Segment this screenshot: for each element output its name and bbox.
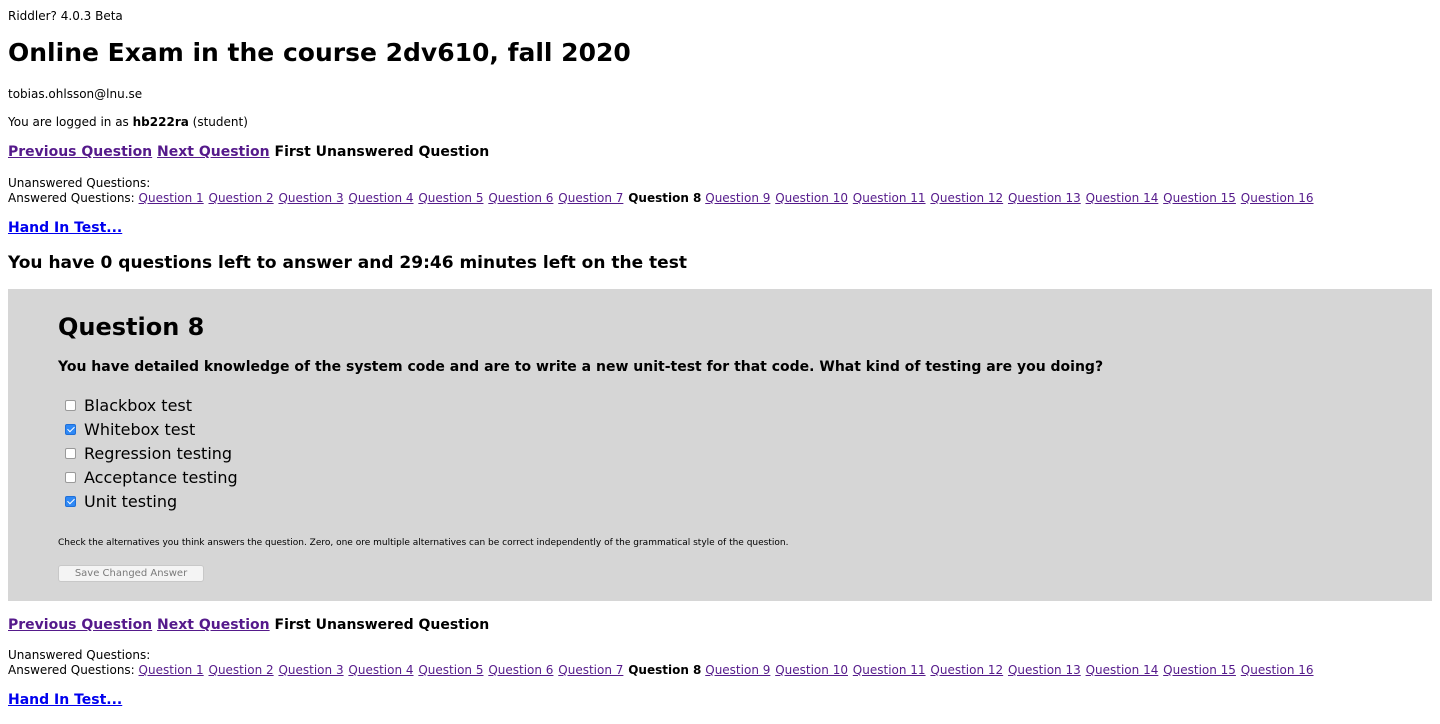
question-link[interactable]: Question 12 <box>930 191 1003 205</box>
app-version: Riddler? 4.0.3 Beta <box>8 9 123 23</box>
question-nav-top: Previous Question Next Question First Un… <box>8 144 489 160</box>
question-link[interactable]: Question 5 <box>418 663 483 677</box>
answer-option[interactable]: Acceptance testing <box>65 465 238 489</box>
question-link[interactable]: Question 4 <box>348 663 413 677</box>
answer-hint: Check the alternatives you think answers… <box>58 538 789 548</box>
question-text: You have detailed knowledge of the syste… <box>58 359 1104 375</box>
hand-in-link[interactable]: Hand In Test... <box>8 220 122 236</box>
hand-in-link[interactable]: Hand In Test... <box>8 692 122 708</box>
question-link[interactable]: Question 16 <box>1241 663 1314 677</box>
answered-links-before: Question 1 Question 2 Question 3 Questio… <box>139 663 629 677</box>
question-link[interactable]: Question 11 <box>853 191 926 205</box>
answer-option-label: Unit testing <box>84 491 178 511</box>
answer-options: Blackbox test Whitebox test Regression tes… <box>65 393 238 513</box>
next-question-link[interactable]: Next Question <box>157 144 270 160</box>
answer-option-label: Regression testing <box>84 443 233 463</box>
checkbox-unchecked[interactable] <box>65 471 76 483</box>
answer-option[interactable]: Whitebox test <box>65 417 238 441</box>
unanswered-label: Unanswered Questions: <box>8 648 151 662</box>
question-title: Question 8 <box>58 313 205 341</box>
answer-option[interactable]: Regression testing <box>65 441 238 465</box>
question-link[interactable]: Question 10 <box>775 663 848 677</box>
previous-question-link[interactable]: Previous Question <box>8 617 152 633</box>
first-unanswered-label: First Unanswered Question <box>274 144 490 160</box>
question-link[interactable]: Question 5 <box>418 191 483 205</box>
checkbox-checked[interactable] <box>65 423 76 435</box>
answer-option-label: Whitebox test <box>84 419 196 439</box>
current-question-label: Question 8 <box>628 191 702 205</box>
answered-links-after: Question 9 Question 10 Question 11 Quest… <box>705 191 1314 205</box>
answered-links-after: Question 9 Question 10 Question 11 Quest… <box>705 663 1314 677</box>
question-nav-bottom: Previous Question Next Question First Un… <box>8 617 489 633</box>
checkbox-checked[interactable] <box>65 495 76 507</box>
answer-option-label: Blackbox test <box>84 395 193 415</box>
question-panel: Question 8 You have detailed knowledge o… <box>8 289 1432 601</box>
question-link[interactable]: Question 13 <box>1008 663 1081 677</box>
next-question-link[interactable]: Next Question <box>157 617 270 633</box>
save-answer-button[interactable]: Save Changed Answer <box>58 565 204 582</box>
question-link[interactable]: Question 16 <box>1241 191 1314 205</box>
status-message: You have 0 questions left to answer and … <box>8 253 687 273</box>
question-link[interactable]: Question 7 <box>558 191 623 205</box>
unanswered-label: Unanswered Questions: <box>8 176 151 190</box>
question-list-top: Unanswered Questions: Answered Questions… <box>8 176 1315 206</box>
question-link[interactable]: Question 14 <box>1086 663 1159 677</box>
login-status: You are logged in as hb222ra (student) <box>8 115 248 129</box>
question-link[interactable]: Question 3 <box>278 191 343 205</box>
current-question-label: Question 8 <box>628 663 702 677</box>
question-link[interactable]: Question 4 <box>348 191 413 205</box>
user-role: (student) <box>192 115 248 129</box>
answered-links-before: Question 1 Question 2 Question 3 Questio… <box>139 191 629 205</box>
answered-label: Answered Questions: <box>8 191 135 205</box>
answer-option-label: Acceptance testing <box>84 467 238 487</box>
checkbox-unchecked[interactable] <box>65 447 76 459</box>
hand-in-top: Hand In Test... <box>8 220 122 236</box>
question-link[interactable]: Question 1 <box>139 191 204 205</box>
checkbox-unchecked[interactable] <box>65 399 76 411</box>
question-link[interactable]: Question 10 <box>775 191 848 205</box>
question-link[interactable]: Question 9 <box>705 663 770 677</box>
username: hb222ra <box>132 115 189 129</box>
answer-option[interactable]: Unit testing <box>65 489 238 513</box>
question-link[interactable]: Question 6 <box>488 191 553 205</box>
question-link[interactable]: Question 2 <box>209 663 274 677</box>
question-link[interactable]: Question 3 <box>278 663 343 677</box>
question-link[interactable]: Question 14 <box>1086 191 1159 205</box>
question-link[interactable]: Question 15 <box>1163 663 1236 677</box>
question-link[interactable]: Question 9 <box>705 191 770 205</box>
hand-in-bottom: Hand In Test... <box>8 692 122 708</box>
question-list-bottom: Unanswered Questions: Answered Questions… <box>8 648 1315 678</box>
answer-option[interactable]: Blackbox test <box>65 393 238 417</box>
login-prefix: You are logged in as <box>8 115 129 129</box>
question-link[interactable]: Question 12 <box>930 663 1003 677</box>
question-link[interactable]: Question 15 <box>1163 191 1236 205</box>
answered-label: Answered Questions: <box>8 663 135 677</box>
question-link[interactable]: Question 2 <box>209 191 274 205</box>
question-link[interactable]: Question 11 <box>853 663 926 677</box>
first-unanswered-label: First Unanswered Question <box>274 617 490 633</box>
previous-question-link[interactable]: Previous Question <box>8 144 152 160</box>
question-link[interactable]: Question 7 <box>558 663 623 677</box>
answered-row: Answered Questions: Question 1 Question … <box>8 663 1315 678</box>
question-link[interactable]: Question 6 <box>488 663 553 677</box>
question-link[interactable]: Question 1 <box>139 663 204 677</box>
page-title: Online Exam in the course 2dv610, fall 2… <box>8 38 631 67</box>
answered-row: Answered Questions: Question 1 Question … <box>8 191 1315 206</box>
question-link[interactable]: Question 13 <box>1008 191 1081 205</box>
user-email: tobias.ohlsson@lnu.se <box>8 87 143 101</box>
